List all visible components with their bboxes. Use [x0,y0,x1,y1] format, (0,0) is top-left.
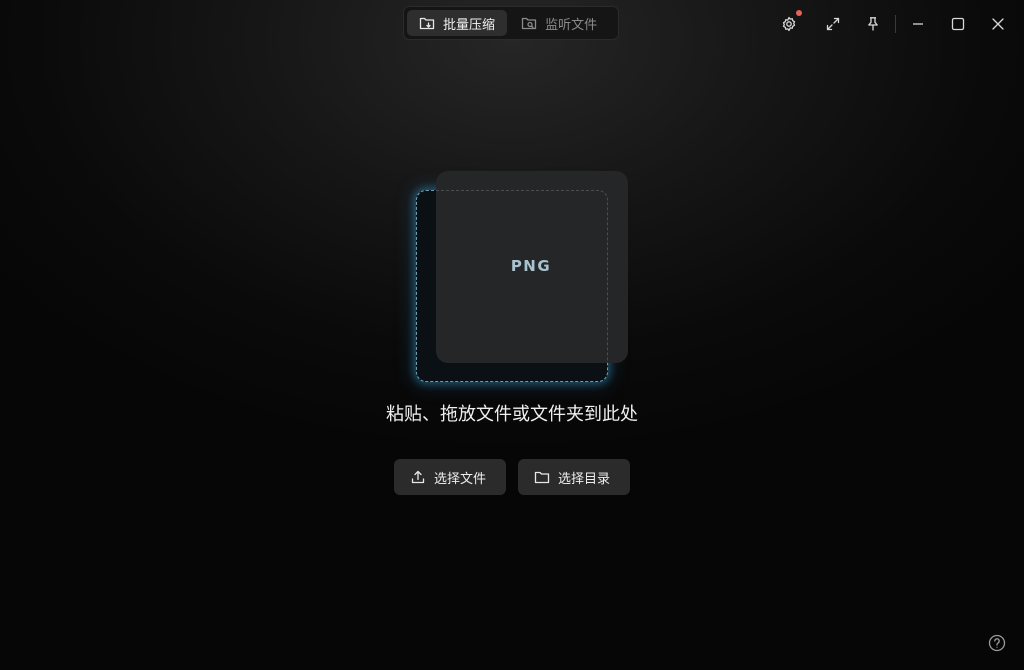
upload-icon [411,470,425,484]
select-directory-label: 选择目录 [558,471,611,487]
pin-icon [868,17,878,31]
pin-button[interactable] [859,10,887,38]
close-button[interactable] [984,10,1012,38]
file-preview-card: PNG [436,171,628,363]
expand-icon [826,17,840,31]
folder-compress-icon [419,17,435,30]
help-icon[interactable] [988,634,1006,652]
gear-icon [782,16,796,32]
select-directory-button[interactable]: 选择目录 [518,459,630,495]
folder-search-icon [521,17,537,30]
maximize-icon [951,17,965,31]
tab-batch-compress-label: 批量压缩 [443,17,496,33]
maximize-button[interactable] [944,10,972,38]
file-format-label: PNG [510,257,552,275]
tab-watch-files[interactable]: 监听文件 [509,10,615,36]
drop-hint: 粘贴、拖放文件或文件夹到此处 [386,404,638,425]
folder-icon [534,471,550,484]
minimize-button[interactable] [904,10,932,38]
controls-divider [895,15,896,33]
minimize-icon [913,23,923,25]
mode-tabs: 批量压缩 监听文件 [403,6,619,40]
tab-watch-files-label: 监听文件 [545,17,598,33]
close-icon [992,18,1004,30]
settings-button[interactable] [775,10,803,38]
select-file-label: 选择文件 [434,471,487,487]
expand-button[interactable] [819,10,847,38]
select-file-button[interactable]: 选择文件 [394,459,506,495]
tab-batch-compress[interactable]: 批量压缩 [407,10,508,36]
notification-dot [796,10,802,16]
